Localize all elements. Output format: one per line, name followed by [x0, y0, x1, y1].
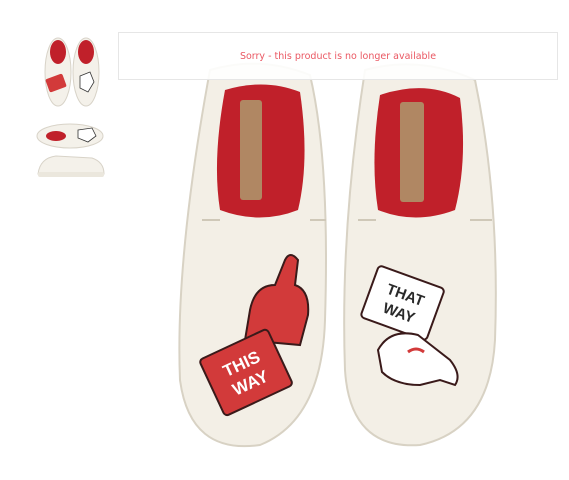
thumb-right-shoe: [72, 37, 100, 107]
thumbnail-top-view[interactable]: [40, 34, 104, 108]
left-shoe: THIS WAY: [178, 62, 327, 448]
thumb-left-shoe: [44, 37, 72, 107]
thumb-shoe-side: [37, 155, 105, 177]
notice-text: Sorry - this product is no longer availa…: [239, 50, 437, 62]
right-shoe-label: [400, 102, 424, 202]
product-main-image: THIS WAY THAT WAY: [150, 60, 530, 470]
thumb-shoe-upper: [36, 123, 104, 149]
right-shoe: THAT WAY: [343, 63, 497, 447]
thumbnail-side-view[interactable]: [34, 122, 108, 182]
left-shoe-label: [240, 100, 262, 200]
product-unavailable-notice: Sorry - this product is no longer availa…: [118, 32, 558, 80]
